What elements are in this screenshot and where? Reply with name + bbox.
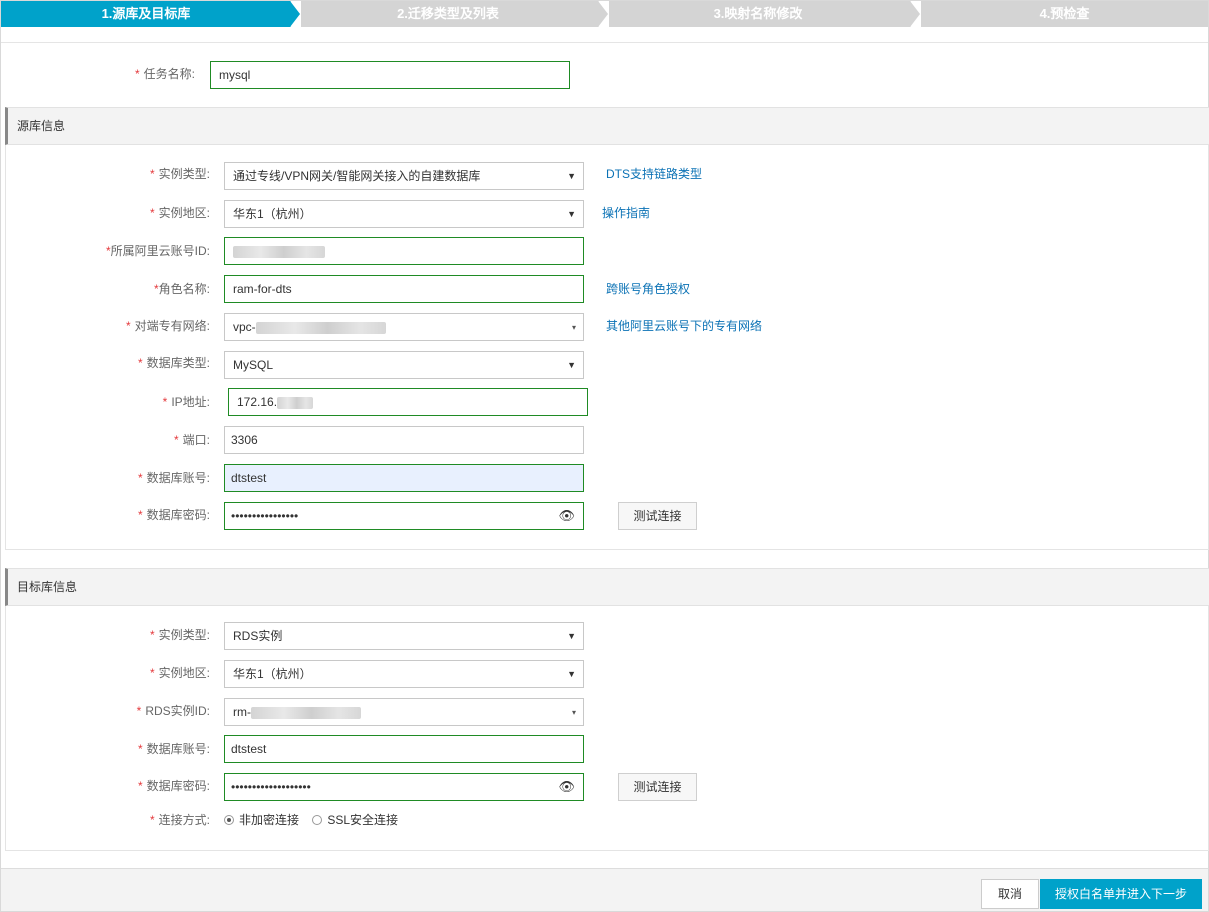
src-db-account-input[interactable]: dtstest [224, 464, 584, 492]
src-account-id-label: *所属阿里云账号ID: [105, 244, 210, 258]
redacted-value [251, 706, 361, 719]
task-name-input[interactable]: mysql [210, 61, 570, 89]
tgt-test-connection-button[interactable]: 测试连接 [618, 773, 697, 801]
src-role-input[interactable]: ram-for-dts [224, 275, 584, 303]
src-port-label: * 端口: [173, 433, 210, 447]
step-arrow-icon [907, 1, 921, 27]
tgt-rds-id-select[interactable]: rm- ▾ [224, 698, 584, 726]
radio-ssl[interactable]: SSL安全连接 [312, 813, 398, 827]
tgt-region-label: * 实例地区: [149, 666, 210, 680]
dts-link-types-link[interactable]: DTS支持链路类型 [606, 160, 702, 188]
tgt-instance-type-label: * 实例类型: [149, 628, 210, 642]
source-section-header: 源库信息 [5, 107, 1209, 145]
step-arrow-icon [595, 1, 609, 27]
src-db-type-label: * 数据库类型: [137, 356, 210, 370]
wizard-steps: 1.源库及目标库 2.迁移类型及列表 3.映射名称修改 4.预检查 [1, 1, 1208, 27]
step-1: 1.源库及目标库 [1, 1, 291, 27]
tgt-conn-label: * 连接方式: [149, 813, 210, 827]
redacted-value [233, 245, 325, 258]
tgt-region-select[interactable]: 华东1（杭州） ▼ [224, 660, 584, 688]
radio-unchecked-icon [312, 815, 323, 825]
src-db-account-label: * 数据库账号: [137, 471, 210, 485]
caret-down-icon: ▼ [567, 631, 576, 641]
src-port-input[interactable]: 3306 [224, 426, 584, 454]
src-region-label: * 实例地区: [149, 206, 210, 220]
src-region-select[interactable]: 华东1（杭州） ▼ [224, 200, 584, 228]
radio-checked-icon [224, 815, 234, 825]
src-ip-input[interactable]: 172.16. [228, 388, 588, 416]
tgt-instance-type-select[interactable]: RDS实例 ▼ [224, 622, 584, 650]
tgt-db-account-label: * 数据库账号: [137, 742, 210, 756]
task-name-label: * 任务名称: [134, 67, 195, 81]
src-vpc-label: * 对端专有网络: [125, 319, 210, 333]
next-step-button[interactable]: 授权白名单并进入下一步 [1040, 879, 1202, 909]
eye-slash-icon[interactable]: 👁 [558, 774, 575, 800]
caret-down-icon: ▼ [567, 171, 576, 181]
src-instance-type-label: * 实例类型: [149, 167, 210, 181]
caret-down-icon: ▼ [567, 669, 576, 679]
target-section-header: 目标库信息 [5, 568, 1209, 606]
src-instance-type-select[interactable]: 通过专线/VPN网关/智能网关接入的自建数据库 ▼ [224, 162, 584, 190]
src-ip-label: * IP地址: [162, 395, 210, 409]
tgt-db-password-label: * 数据库密码: [137, 779, 210, 793]
radio-non-encrypted[interactable]: 非加密连接 [224, 813, 299, 827]
tgt-db-password-input[interactable]: ••••••••••••••••••• 👁 [224, 773, 584, 801]
tgt-db-account-input[interactable]: dtstest [224, 735, 584, 763]
cancel-button[interactable]: 取消 [981, 879, 1039, 909]
divider [1, 42, 1208, 43]
step-4: 4.预检查 [921, 1, 1208, 27]
tgt-rds-id-label: * RDS实例ID: [136, 704, 210, 718]
redacted-value [277, 396, 314, 409]
caret-down-icon: ▾ [571, 323, 576, 332]
caret-down-icon: ▼ [567, 360, 576, 370]
src-test-connection-button[interactable]: 测试连接 [618, 502, 697, 530]
caret-down-icon: ▼ [567, 209, 576, 219]
src-role-label: *角色名称: [153, 282, 210, 296]
conn-mode-radio-group: 非加密连接 SSL安全连接 [224, 806, 398, 834]
src-db-password-label: * 数据库密码: [137, 508, 210, 522]
redacted-value [255, 321, 386, 334]
cross-account-role-link[interactable]: 跨账号角色授权 [606, 275, 690, 303]
src-db-type-select[interactable]: MySQL ▼ [224, 351, 584, 379]
src-account-id-input[interactable] [224, 237, 584, 265]
step-2: 2.迁移类型及列表 [301, 1, 595, 27]
other-account-vpc-link[interactable]: 其他阿里云账号下的专有网络 [606, 312, 762, 340]
guide-link[interactable]: 操作指南 [602, 199, 650, 227]
step-arrow-icon [287, 1, 301, 27]
src-db-password-input[interactable]: •••••••••••••••• 👁 [224, 502, 584, 530]
caret-down-icon: ▾ [571, 708, 576, 717]
step-3: 3.映射名称修改 [609, 1, 907, 27]
eye-slash-icon[interactable]: 👁 [558, 503, 575, 529]
src-vpc-select[interactable]: vpc- ▾ [224, 313, 584, 341]
